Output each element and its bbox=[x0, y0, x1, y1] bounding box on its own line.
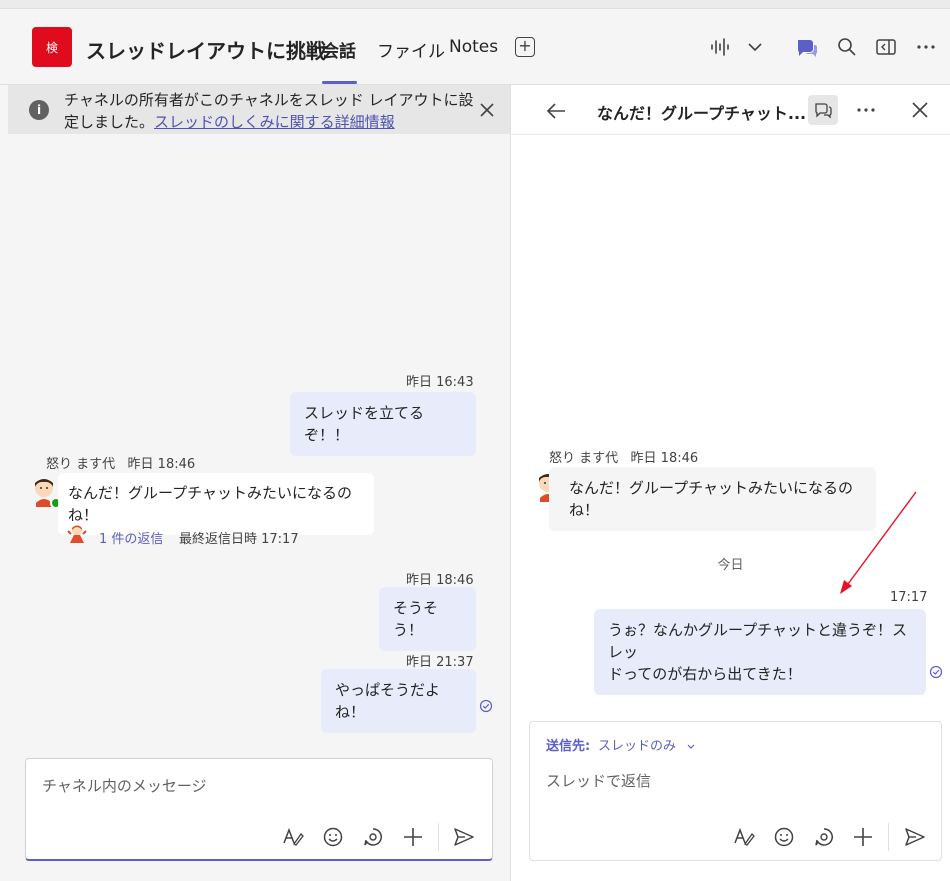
notice-link[interactable]: スレッドのしくみに関する詳細情報 bbox=[154, 113, 395, 131]
message-bubble-mine[interactable]: やっぱそうだよね！ bbox=[321, 669, 476, 733]
thread-reply-composer[interactable]: 送信先: スレッドのみ スレッドで返信 bbox=[529, 721, 942, 861]
message-timestamp: 昨日 21:37 bbox=[406, 655, 474, 670]
toolbar-divider bbox=[888, 823, 889, 851]
message-timestamp: 昨日 18:46 bbox=[630, 451, 699, 466]
toolbar-divider bbox=[438, 823, 439, 851]
send-to-label: 送信先: bbox=[546, 739, 591, 754]
back-arrow-icon[interactable] bbox=[545, 100, 567, 122]
message-bubble-mine[interactable]: そうそう！ bbox=[379, 587, 476, 651]
send-to-dropdown[interactable]: スレッドのみ bbox=[598, 735, 696, 754]
thread-title: なんだ！グループチャット... bbox=[597, 104, 807, 123]
chat-icon[interactable] bbox=[795, 36, 818, 58]
tab-notes[interactable]: Notes bbox=[449, 37, 498, 57]
thread-reply-count-link[interactable]: 1 件の返信 bbox=[99, 528, 163, 547]
message-timestamp: 昨日 16:43 bbox=[406, 375, 474, 390]
sender-name: 怒り ます代 bbox=[549, 451, 619, 466]
message-bubble-mine[interactable]: スレッドを立てるぞ！！ bbox=[290, 392, 476, 456]
send-icon[interactable] bbox=[453, 826, 475, 848]
message-timestamp: 昨日 18:46 bbox=[127, 457, 196, 472]
channel-message-composer[interactable]: チャネル内のメッセージ bbox=[25, 758, 493, 861]
team-avatar[interactable]: 検 bbox=[32, 27, 72, 67]
thread-panel: なんだ！グループチャット... 怒り ます代 昨日 18:46 なんだ！グループ… bbox=[511, 85, 950, 881]
send-to-value: スレッドのみ bbox=[598, 739, 677, 754]
chevron-down-icon[interactable] bbox=[744, 36, 766, 58]
annotation-arrow-icon bbox=[840, 491, 917, 594]
close-icon[interactable] bbox=[478, 101, 496, 119]
active-tab-indicator bbox=[322, 81, 357, 84]
emoji-icon[interactable] bbox=[773, 826, 795, 848]
format-icon[interactable] bbox=[733, 826, 755, 848]
message-text-line: ドってのが右から出てきた！ bbox=[608, 665, 802, 683]
notice-text: チャネルの所有者がこのチャネルをスレッド レイアウトに設定しました。スレッドのし… bbox=[64, 89, 484, 133]
loop-icon[interactable] bbox=[813, 826, 835, 848]
message-text-line: うぉ？なんかグループチャットと違うぞ！スレッ bbox=[608, 621, 907, 661]
info-icon: i bbox=[29, 100, 49, 120]
composer-placeholder[interactable]: スレッドで返信 bbox=[546, 770, 651, 791]
message-bubble-mine[interactable]: うぉ？なんかグループチャットと違うぞ！スレッ ドってのが右から出てきた！ bbox=[594, 609, 926, 695]
plus-icon[interactable] bbox=[402, 826, 424, 848]
more-icon[interactable] bbox=[915, 36, 937, 58]
window-top-strip bbox=[0, 0, 950, 9]
plus-box-icon[interactable]: + bbox=[515, 37, 535, 57]
close-icon[interactable] bbox=[910, 100, 930, 120]
read-receipt-icon bbox=[929, 665, 943, 679]
message-text-line: ね！ bbox=[569, 501, 600, 519]
send-icon[interactable] bbox=[904, 826, 926, 848]
thread-chat-button[interactable] bbox=[808, 95, 838, 125]
reply-avatar bbox=[66, 523, 88, 545]
chevron-down-icon bbox=[686, 742, 696, 752]
layout-notice-banner: i チャネルの所有者がこのチャネルをスレッド レイアウトに設定しました。スレッド… bbox=[8, 85, 510, 134]
avatar[interactable] bbox=[28, 475, 62, 509]
message-sender: 怒り ます代 昨日 18:46 bbox=[46, 453, 195, 472]
tab-conversations[interactable]: 会話 bbox=[322, 37, 356, 62]
search-icon[interactable] bbox=[836, 36, 858, 58]
open-panel-icon[interactable] bbox=[875, 36, 897, 58]
message-text-line: なんだ！グループチャットみたいになるの bbox=[569, 479, 853, 497]
channel-conversation-pane: i チャネルの所有者がこのチャネルをスレッド レイアウトに設定しました。スレッド… bbox=[0, 85, 511, 881]
more-icon[interactable] bbox=[855, 99, 877, 121]
thread-last-reply-time: 最終返信日時 17:17 bbox=[179, 532, 299, 547]
audio-wave-icon[interactable] bbox=[709, 36, 731, 58]
format-icon[interactable] bbox=[282, 826, 304, 848]
tab-files[interactable]: ファイル bbox=[377, 37, 445, 62]
thread-header: なんだ！グループチャット... bbox=[511, 85, 950, 135]
channel-header: 検 スレッドレイアウトに挑戦 会話 ファイル Notes + bbox=[0, 9, 950, 85]
message-sender: 怒り ます代 昨日 18:46 bbox=[549, 447, 698, 466]
message-timestamp: 昨日 18:46 bbox=[406, 573, 474, 588]
read-receipt-icon bbox=[479, 699, 493, 713]
sender-name: 怒り ます代 bbox=[46, 457, 116, 472]
plus-icon[interactable] bbox=[852, 826, 874, 848]
loop-icon[interactable] bbox=[362, 826, 384, 848]
message-bubble-other[interactable]: なんだ！グループチャットみたいになるの ね！ bbox=[549, 467, 876, 531]
composer-placeholder[interactable]: チャネル内のメッセージ bbox=[42, 775, 207, 796]
message-bubble-other[interactable]: なんだ！グループチャットみたいになるのね！ bbox=[58, 473, 374, 535]
emoji-icon[interactable] bbox=[322, 826, 344, 848]
channel-title: スレッドレイアウトに挑戦 bbox=[86, 39, 326, 63]
